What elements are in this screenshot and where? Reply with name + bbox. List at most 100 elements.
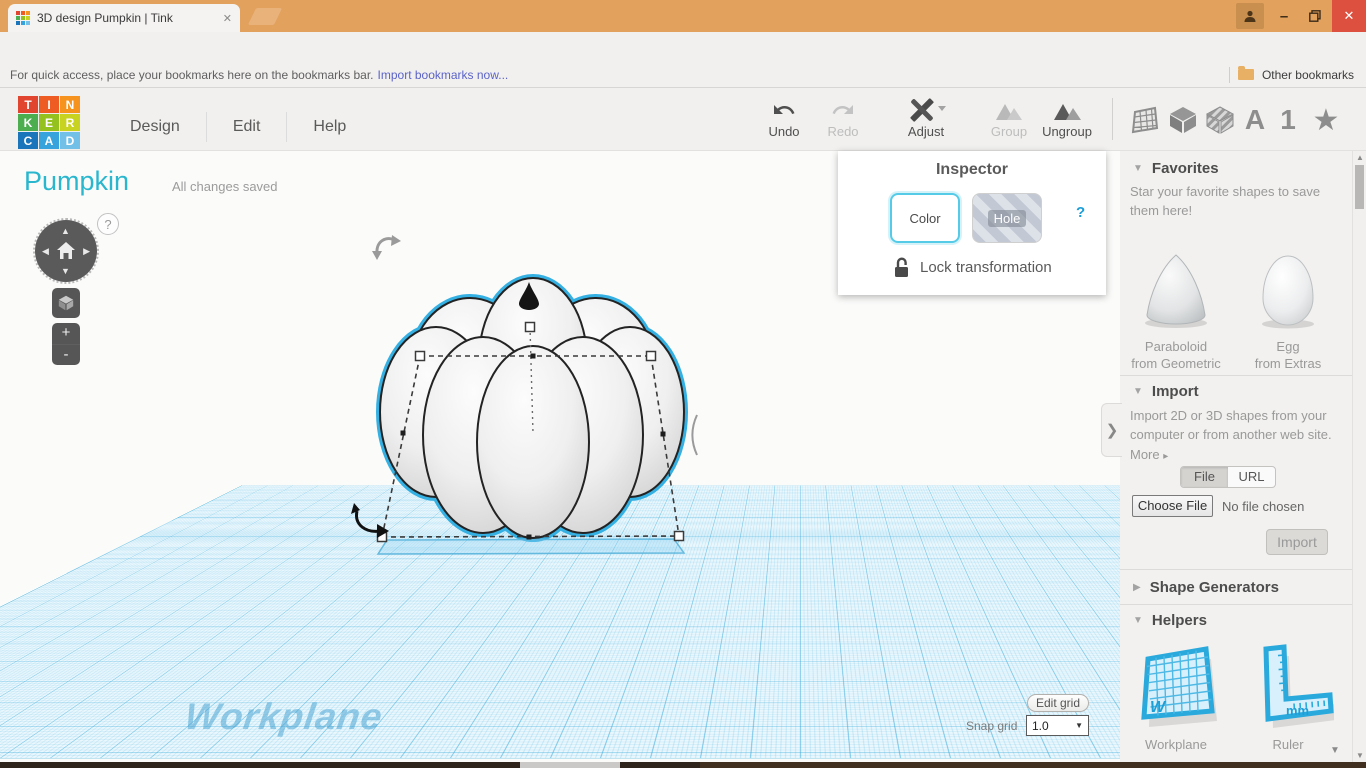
group-icon <box>978 98 1040 122</box>
hole-button[interactable]: Hole <box>972 193 1042 243</box>
inspector-help-icon[interactable]: ? <box>1076 204 1085 221</box>
sidebar-collapse-handle[interactable]: ❯ <box>1101 403 1122 457</box>
scrollbar-thumb[interactable] <box>1355 165 1364 209</box>
zoom-in-button[interactable]: + <box>52 323 80 344</box>
zoom-control: + - <box>52 323 80 365</box>
orbit-left-icon[interactable]: ◀ <box>42 246 49 257</box>
logo-tile: C <box>18 132 38 149</box>
ungroup-button[interactable]: Ungroup <box>1036 98 1098 139</box>
logo-tile: R <box>60 114 80 131</box>
import-more-link[interactable]: More ▸ <box>1130 447 1168 462</box>
scale-handle[interactable] <box>524 321 536 333</box>
shape-generators-title: Shape Generators <box>1149 579 1279 596</box>
lock-transformation-control[interactable]: Lock transformation <box>893 257 1052 278</box>
help-icon[interactable]: ? <box>97 213 119 235</box>
home-view-icon[interactable] <box>56 241 76 261</box>
group-label: Group <box>990 124 1028 139</box>
number-shapes-category-icon[interactable]: 1 <box>1276 102 1300 138</box>
logo-tile: A <box>39 132 59 149</box>
workplane-helper-label: Workplane <box>1145 737 1207 752</box>
ruler-helper-shape[interactable]: mm <box>1244 643 1334 731</box>
file-tab[interactable]: File <box>1181 467 1228 487</box>
orbit-up-icon[interactable]: ▲ <box>61 226 70 236</box>
save-status: All changes saved <box>172 179 278 194</box>
import-source-toggle: File URL <box>1180 466 1276 488</box>
snap-grid-select[interactable]: 1.0 ▼ <box>1026 715 1089 736</box>
egg-shape[interactable] <box>1258 253 1318 331</box>
url-tab[interactable]: URL <box>1228 467 1275 487</box>
svg-text:mm: mm <box>1286 703 1309 718</box>
browser-tab[interactable]: 3D design Pumpkin | Tink ✕ <box>8 4 240 32</box>
redo-label: Redo <box>827 124 859 139</box>
rotate-handle-top-icon <box>372 235 401 260</box>
import-section-header[interactable]: ▼ Import <box>1133 383 1199 400</box>
tinkercad-logo[interactable]: T I N K E R C A D <box>18 96 80 149</box>
scrollbar-down-icon[interactable]: ▼ <box>1353 751 1366 760</box>
tab-close-icon[interactable]: ✕ <box>223 12 232 25</box>
tinkercad-editor-screenshot: { "browser": { "tab_title": "3D design P… <box>0 0 1366 768</box>
workplane-category-icon[interactable] <box>1128 102 1162 138</box>
bookmarks-separator <box>1228 66 1230 83</box>
workplane-helper-shape[interactable]: W <box>1138 643 1218 731</box>
window-minimize-button[interactable]: – <box>1268 0 1300 32</box>
new-tab-button[interactable] <box>247 8 283 25</box>
bookmarks-right-group: Other bookmarks <box>1228 66 1354 83</box>
scale-handle[interactable] <box>414 350 426 362</box>
sidebar-scroll-more-icon[interactable]: ▼ <box>1330 745 1340 756</box>
text-shapes-category-icon[interactable]: A <box>1241 102 1269 138</box>
taskbar-edge <box>0 762 1366 768</box>
undo-icon <box>753 98 815 122</box>
sidebar-scrollbar[interactable]: ▲ ▼ <box>1352 151 1366 762</box>
zoom-out-button[interactable]: - <box>52 344 80 365</box>
scrollbar-up-icon[interactable]: ▲ <box>1353 153 1366 162</box>
undo-label: Undo <box>768 124 800 139</box>
hole-shapes-category-icon[interactable] <box>1203 102 1237 138</box>
adjust-caret-icon <box>938 106 946 111</box>
egg-label: Egg from Extras <box>1236 338 1340 372</box>
restore-icon <box>1309 10 1321 22</box>
menu-help[interactable]: Help <box>287 118 372 136</box>
pumpkin-model[interactable] <box>340 228 700 558</box>
paraboloid-shape[interactable] <box>1142 251 1210 331</box>
scale-handle[interactable] <box>645 350 657 362</box>
choose-file-button[interactable]: Choose File <box>1132 495 1213 517</box>
import-title: Import <box>1151 383 1199 400</box>
color-button[interactable]: Color <box>890 193 960 243</box>
other-bookmarks-button[interactable]: Other bookmarks <box>1262 68 1354 82</box>
window-close-button[interactable]: ✕ <box>1332 0 1366 32</box>
shape-name: Egg <box>1276 339 1300 354</box>
design-title[interactable]: Pumpkin <box>24 166 129 197</box>
orbit-down-icon[interactable]: ▼ <box>61 266 70 276</box>
shape-name: Paraboloid <box>1144 339 1208 354</box>
orbit-navigation-control[interactable]: ▲ ▼ ◀ ▶ <box>33 218 99 284</box>
taskbar-segment <box>700 762 1366 768</box>
adjust-button[interactable]: Adjust <box>895 98 957 139</box>
undo-button[interactable]: Undo <box>753 98 815 139</box>
person-icon <box>1244 10 1256 22</box>
edit-grid-button[interactable]: Edit grid <box>1027 694 1089 712</box>
logo-tile: T <box>18 96 38 113</box>
helpers-section-header[interactable]: ▼ Helpers <box>1133 612 1207 629</box>
scale-handle[interactable] <box>673 530 685 542</box>
bookmarks-hint: For quick access, place your bookmarks h… <box>10 67 374 82</box>
profile-button[interactable] <box>1236 3 1264 29</box>
menu-edit[interactable]: Edit <box>207 118 287 136</box>
shape-source: from Extras <box>1254 356 1322 371</box>
orbit-right-icon[interactable]: ▶ <box>83 246 90 257</box>
toolbar-separator <box>1112 98 1113 140</box>
import-button[interactable]: Import <box>1266 529 1328 555</box>
select-caret-icon: ▼ <box>1075 721 1083 730</box>
main-menu: Design Edit Help <box>104 112 372 142</box>
ungroup-icon <box>1036 98 1098 122</box>
window-restore-button[interactable] <box>1300 0 1330 32</box>
favorites-section-header[interactable]: ▼ Favorites <box>1133 160 1219 177</box>
browser-titlebar: 3D design Pumpkin | Tink ✕ – ✕ <box>0 0 1366 32</box>
view-mode-button[interactable] <box>52 288 80 318</box>
section-divider <box>1120 604 1352 605</box>
menu-design[interactable]: Design <box>104 118 206 136</box>
import-bookmarks-link[interactable]: Import bookmarks now... <box>378 68 509 82</box>
selection-footprint <box>376 538 686 555</box>
solid-shapes-category-icon[interactable] <box>1166 102 1200 138</box>
favorites-category-icon[interactable]: ★ <box>1308 102 1344 138</box>
shape-generators-section-header[interactable]: ▶ Shape Generators <box>1133 579 1279 596</box>
